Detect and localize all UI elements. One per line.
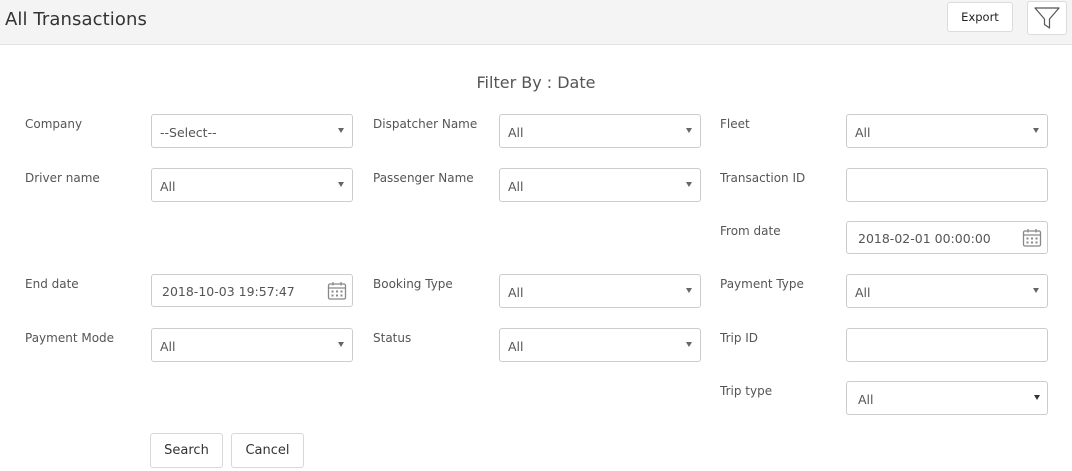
status-select[interactable]: All bbox=[499, 328, 701, 362]
status-label: Status bbox=[373, 331, 412, 345]
company-label: Company bbox=[25, 117, 83, 131]
filter-section-title: Filter By : Date bbox=[476, 73, 596, 92]
from-date-input[interactable]: 2018-02-01 00:00:00 bbox=[846, 221, 1048, 254]
chevron-down-icon bbox=[686, 288, 692, 293]
booking-type-label: Booking Type bbox=[373, 277, 453, 291]
chevron-down-icon bbox=[686, 342, 692, 347]
trip-type-label: Trip type bbox=[720, 384, 773, 398]
passenger-name-select[interactable]: All bbox=[499, 168, 701, 202]
payment-type-select-value: All bbox=[855, 284, 871, 300]
fleet-select-value: All bbox=[855, 124, 871, 140]
end-date-label: End date bbox=[25, 277, 79, 291]
page-title: All Transactions bbox=[5, 9, 147, 30]
transaction-id-label: Transaction ID bbox=[720, 171, 806, 185]
trip-id-label: Trip ID bbox=[720, 331, 759, 345]
status-select-value: All bbox=[508, 338, 524, 354]
dispatcher-name-label: Dispatcher Name bbox=[373, 117, 478, 131]
chevron-down-icon bbox=[338, 342, 344, 347]
trip-type-select-value: All bbox=[858, 391, 874, 407]
payment-mode-label: Payment Mode bbox=[25, 331, 115, 345]
dispatcher-name-select-value: All bbox=[508, 124, 524, 140]
payment-mode-select-value: All bbox=[160, 338, 176, 354]
payment-mode-select[interactable]: All bbox=[151, 328, 353, 362]
fleet-select[interactable]: All bbox=[846, 114, 1048, 148]
search-button[interactable]: Search bbox=[150, 433, 223, 468]
filter-funnel-icon bbox=[1034, 7, 1060, 29]
transaction-id-input[interactable] bbox=[846, 168, 1048, 202]
driver-name-label: Driver name bbox=[25, 171, 100, 185]
trip-id-input[interactable] bbox=[846, 328, 1048, 362]
chevron-down-icon bbox=[686, 128, 692, 133]
page-header: All Transactions Export bbox=[0, 0, 1072, 45]
from-date-label: From date bbox=[720, 224, 781, 238]
chevron-down-icon bbox=[338, 182, 344, 187]
filter-toggle-button[interactable] bbox=[1027, 1, 1067, 35]
dispatcher-name-select[interactable]: All bbox=[499, 114, 701, 148]
end-date-input[interactable]: 2018-10-03 19:57:47 bbox=[151, 274, 353, 307]
calendar-icon[interactable] bbox=[1022, 228, 1042, 248]
chevron-down-icon bbox=[338, 128, 344, 133]
passenger-name-label: Passenger Name bbox=[373, 171, 474, 185]
driver-name-select-value: All bbox=[160, 178, 176, 194]
passenger-name-select-value: All bbox=[508, 178, 524, 194]
end-date-input-value: 2018-10-03 19:57:47 bbox=[162, 284, 295, 299]
trip-type-select[interactable]: All bbox=[846, 381, 1048, 415]
chevron-down-icon bbox=[1033, 128, 1039, 133]
export-button[interactable]: Export bbox=[947, 2, 1013, 32]
cancel-button[interactable]: Cancel bbox=[231, 433, 304, 468]
driver-name-select[interactable]: All bbox=[151, 168, 353, 202]
booking-type-select-value: All bbox=[508, 284, 524, 300]
payment-type-label: Payment Type bbox=[720, 277, 804, 291]
calendar-icon[interactable] bbox=[327, 281, 347, 301]
chevron-down-icon bbox=[1034, 395, 1040, 400]
from-date-input-value: 2018-02-01 00:00:00 bbox=[858, 231, 991, 246]
chevron-down-icon bbox=[686, 182, 692, 187]
booking-type-select[interactable]: All bbox=[499, 274, 701, 308]
company-select-value: --Select-- bbox=[160, 124, 217, 140]
chevron-down-icon bbox=[1033, 288, 1039, 293]
fleet-label: Fleet bbox=[720, 117, 750, 131]
company-select[interactable]: --Select-- bbox=[151, 114, 353, 148]
payment-type-select[interactable]: All bbox=[846, 274, 1048, 308]
